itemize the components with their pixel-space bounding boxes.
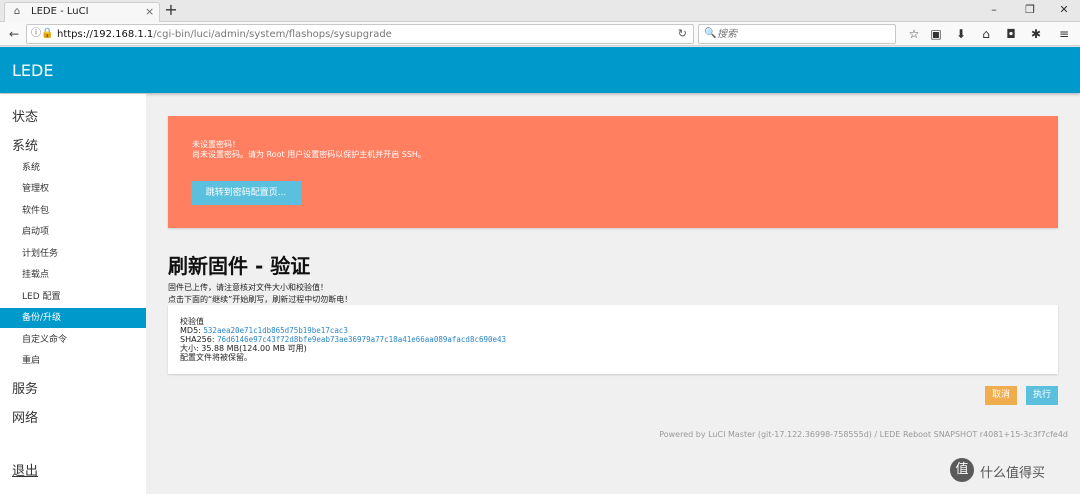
header-bar: LEDE (0, 47, 1080, 93)
window-close-icon[interactable]: ✕ (1056, 3, 1072, 17)
search-icon: 🔍 (704, 28, 717, 39)
new-tab-button[interactable]: + (163, 1, 179, 19)
alert-message: 尚未设置密码。请为 Root 用户设置密码以保护主机并开启 SSH。 (192, 150, 426, 159)
address-bar[interactable]: ⓘ🔒 https://192.168.1.1/cgi-bin/luci/admi… (26, 24, 694, 44)
tab-close-icon[interactable]: × (145, 5, 154, 19)
search-input[interactable] (717, 27, 887, 41)
browser-tab-bar: ⌂ LEDE - LuCI × + – ❐ ✕ (0, 0, 1080, 22)
sidebar-subitem-crontab[interactable]: 计划任务 (0, 244, 146, 264)
no-password-alert: 未设置密码！ 尚未设置密码。请为 Root 用户设置密码以保护主机并开启 SSH… (168, 116, 1058, 228)
site-info-lock-icon[interactable]: ⓘ🔒 (31, 27, 53, 41)
watermark-logo-icon: 值 (950, 458, 974, 482)
flash-warning: 点击下面的“继续”开始刷写，刷新过程中切勿断电！ (168, 295, 353, 304)
firmware-info-box: 校验值 MD5: 532aea20e71c1db865d75b19be17cac… (168, 305, 1058, 374)
sidebar-subitem-software[interactable]: 软件包 (0, 201, 146, 221)
star-icon[interactable]: ☆ (906, 26, 922, 42)
sidebar-subitem-custom-commands[interactable]: 自定义命令 (0, 330, 146, 350)
router-favicon-icon: ⌂ (13, 6, 21, 17)
minimize-icon[interactable]: – (986, 3, 1002, 17)
sidebar: 状态 系统 系统 管理权 软件包 启动项 计划任务 挂载点 LED 配置 备份/… (0, 94, 146, 494)
brand-logo[interactable]: LEDE (12, 61, 53, 80)
watermark-text: 什么值得买 (980, 466, 1046, 481)
restore-icon[interactable]: ❐ (1022, 3, 1038, 17)
download-icon[interactable]: ⬇ (953, 26, 969, 42)
sidebar-subitem-led[interactable]: LED 配置 (0, 287, 146, 307)
page-title: 刷新固件 - 验证 (168, 254, 311, 278)
sidebar-subitem-backup-upgrade[interactable]: 备份/升级 (0, 308, 146, 328)
sidebar-subitem-reboot[interactable]: 重启 (0, 351, 146, 371)
search-box[interactable]: 🔍 (698, 24, 896, 44)
md5-value: 532aea20e71c1db865d75b19be17cac3 (203, 326, 348, 335)
tab-title: LEDE - LuCI (31, 6, 89, 17)
extension-icon[interactable]: ✱ (1028, 26, 1044, 42)
browser-nav-bar: ← ⓘ🔒 https://192.168.1.1/cgi-bin/luci/ad… (0, 22, 1080, 46)
upload-notice: 固件已上传，请注意核对文件大小和校验值！ (168, 283, 328, 292)
reading-list-icon[interactable]: ▣ (928, 26, 944, 42)
browser-tab[interactable]: ⌂ LEDE - LuCI × (4, 2, 160, 22)
sha256-value: 76d6146e97c43f72d8bfe9eab73ae36979a77c18… (217, 335, 507, 344)
cancel-button[interactable]: 取消 (985, 386, 1017, 405)
sidebar-item-status[interactable]: 状态 (12, 106, 38, 125)
sidebar-item-logout[interactable]: 退出 (12, 460, 38, 479)
watermark: 值 什么值得买 (950, 458, 1074, 486)
reload-icon[interactable]: ↻ (678, 27, 687, 41)
home-icon[interactable]: ⌂ (978, 26, 994, 42)
sidebar-subitem-admin[interactable]: 管理权 (0, 179, 146, 199)
goto-password-button[interactable]: 跳转到密码配置页... (191, 181, 301, 205)
sidebar-subitem-mounts[interactable]: 挂载点 (0, 265, 146, 285)
footer-version: Powered by LuCI Master (git-17.122.36998… (659, 430, 1068, 439)
sidebar-item-system[interactable]: 系统 (12, 135, 38, 154)
back-icon[interactable]: ← (6, 26, 22, 42)
sidebar-subitem-system[interactable]: 系统 (0, 158, 146, 178)
menu-icon[interactable]: ≡ (1056, 26, 1072, 42)
pocket-icon[interactable]: ◘ (1003, 26, 1019, 42)
config-kept-row: 配置文件将被保留。 (180, 353, 252, 362)
url-text[interactable]: https://192.168.1.1/cgi-bin/luci/admin/s… (57, 28, 392, 41)
sidebar-subitem-startup[interactable]: 启动项 (0, 222, 146, 242)
sidebar-item-network[interactable]: 网络 (12, 407, 38, 426)
execute-button[interactable]: 执行 (1026, 386, 1058, 405)
sidebar-item-services[interactable]: 服务 (12, 378, 38, 397)
